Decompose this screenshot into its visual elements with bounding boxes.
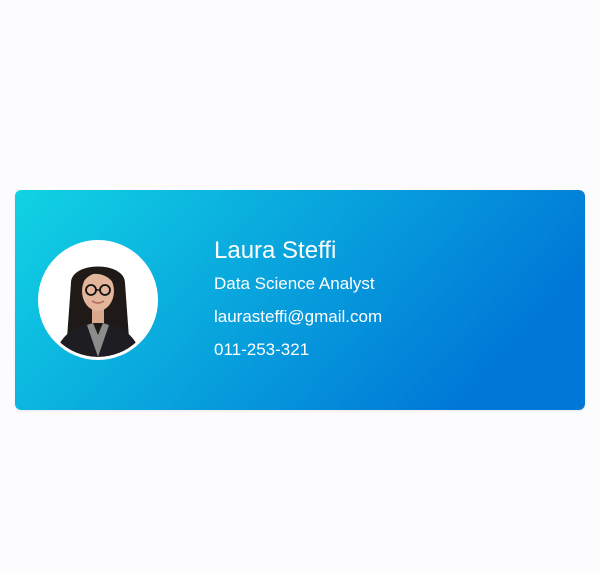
avatar: [41, 243, 155, 357]
avatar-frame: [38, 240, 158, 360]
profile-email[interactable]: laurasteffi@gmail.com: [214, 307, 382, 327]
page: Laura Steffi Data Science Analyst lauras…: [0, 0, 600, 573]
profile-title: Data Science Analyst: [214, 274, 375, 293]
profile-info: Laura Steffi Data Science Analyst lauras…: [214, 236, 382, 373]
profile-phone[interactable]: 011-253-321: [214, 340, 382, 360]
profile-name: Laura Steffi: [214, 237, 337, 264]
